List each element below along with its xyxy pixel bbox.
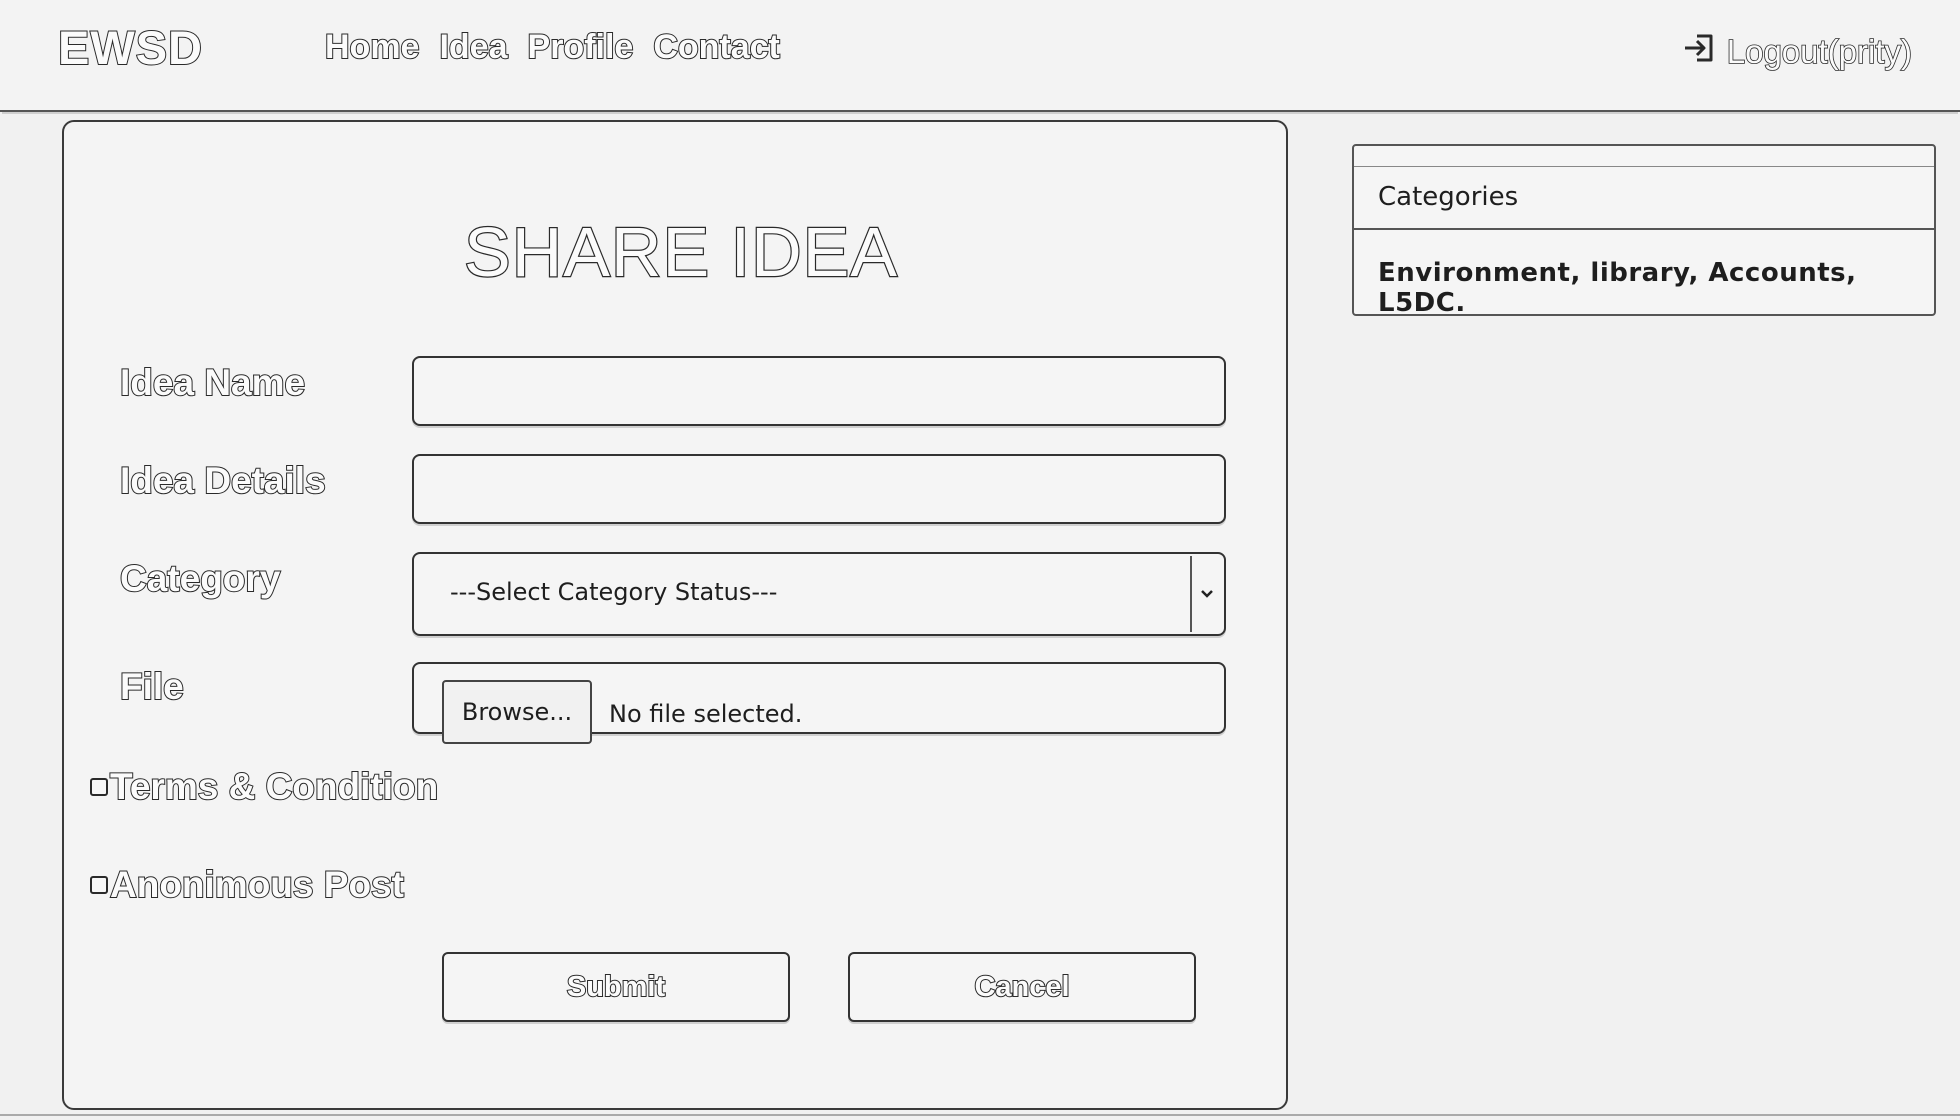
idea-name-label: Idea Name [119, 361, 306, 404]
nav-idea-link[interactable]: Idea [438, 27, 508, 67]
terms-checkbox[interactable] [90, 778, 108, 796]
categories-heading: Categories [1378, 182, 1519, 212]
nav-home-link[interactable]: Home [324, 27, 420, 67]
brand-logo[interactable]: EWSD [57, 20, 203, 75]
idea-name-input[interactable] [412, 356, 1226, 426]
footer-divider [0, 1114, 1960, 1116]
logout-icon [1681, 30, 1723, 74]
idea-details-input[interactable] [412, 454, 1226, 524]
logout-label: Logout(prity) [1726, 32, 1913, 71]
file-input[interactable]: Browse... No file selected. [412, 662, 1226, 744]
anonymous-label[interactable]: Anonimous Post [109, 863, 405, 906]
share-idea-card: SHARE IDEA Idea Name Idea Details Catego… [62, 120, 1288, 1110]
page-title: SHARE IDEA [463, 212, 898, 292]
category-label: Category [119, 557, 281, 600]
terms-row: Terms & Condition [90, 765, 439, 808]
logout-link[interactable]: Logout(prity) [1681, 30, 1913, 74]
nav-profile-link[interactable]: Profile [527, 27, 635, 67]
panel-divider [1354, 228, 1934, 230]
file-label: File [119, 665, 185, 708]
anonymous-checkbox[interactable] [90, 876, 108, 894]
anonymous-row: Anonimous Post [90, 863, 405, 906]
panel-top-divider [1354, 166, 1934, 167]
categories-panel: Categories Environment, library, Account… [1352, 144, 1936, 318]
category-select[interactable]: ---Select Category Status--- [412, 552, 1226, 636]
submit-button[interactable]: Submit [442, 952, 790, 1022]
categories-list: Environment, library, Accounts, L5DC. [1378, 258, 1857, 318]
nav-contact-link[interactable]: Contact [652, 27, 781, 67]
terms-label[interactable]: Terms & Condition [109, 765, 439, 808]
chevron-down-icon[interactable] [1190, 556, 1222, 632]
cancel-button[interactable]: Cancel [848, 952, 1196, 1022]
file-status-text: No file selected. [609, 700, 803, 728]
main-nav: Home Idea Profile Contact [324, 27, 781, 67]
top-navbar: EWSD Home Idea Profile Contact Logout(pr… [0, 0, 1960, 112]
category-selected-value: ---Select Category Status--- [450, 578, 778, 606]
browse-button[interactable]: Browse... [442, 680, 592, 744]
idea-details-label: Idea Details [119, 459, 327, 502]
